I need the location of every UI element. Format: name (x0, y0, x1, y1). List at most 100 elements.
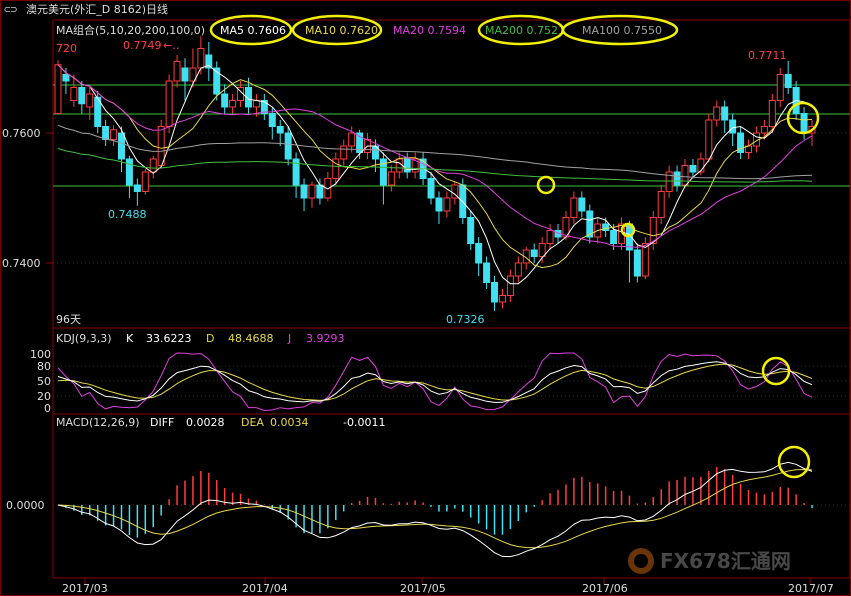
period-label: 96天 (56, 313, 81, 326)
candle-down (784, 74, 792, 88)
candle-up (348, 132, 356, 147)
candle-up (506, 275, 514, 296)
candle-down (221, 93, 229, 108)
candle-up (110, 129, 118, 140)
candle-down (578, 197, 586, 212)
candlestick-series (54, 36, 816, 312)
candle-up (395, 158, 403, 173)
kdj-d-line (57, 363, 813, 401)
watermark-logo (628, 548, 654, 574)
kdj-d-label: D (206, 332, 214, 345)
candle-down (427, 178, 435, 199)
y-tick-0.7400: 0.7400 (2, 257, 41, 270)
candle-down (284, 132, 292, 160)
candle-down (403, 158, 411, 173)
annotation-high-1: 0.7749 (123, 39, 162, 52)
candle-up (570, 197, 578, 218)
x-label-2017-06: 2017/06 (582, 582, 628, 595)
candle-down (483, 262, 491, 283)
kdj-tick-80: 80 (37, 360, 51, 373)
candle-down (491, 282, 499, 303)
ma10-label: MA10 0.7620 (305, 24, 378, 37)
kdj-d-value: 48.4688 (228, 332, 274, 345)
candle-down (181, 67, 189, 82)
candle-down (125, 158, 133, 186)
forex-chart: ⊂⊃ 澳元美元(外汇_D 8162)日线 MA组合(5,10,20,200,10… (0, 0, 851, 596)
candle-down (102, 126, 110, 140)
candle-up (776, 74, 784, 101)
macd-lines (57, 461, 813, 558)
macd-dea-line (57, 468, 813, 549)
candle-up (705, 119, 713, 160)
candle-down (633, 249, 641, 277)
candle-up (173, 61, 181, 82)
candle-up (657, 191, 665, 218)
candle-down (610, 230, 618, 244)
top-price-label: 720 (56, 42, 77, 55)
candle-down (435, 197, 443, 212)
chart-title: 澳元美元(外汇_D 8162)日线 (26, 2, 168, 16)
candle-down (467, 217, 475, 244)
x-label-2017-05: 2017/05 (400, 582, 446, 595)
highlight-circle-macd (777, 445, 811, 479)
candle-up (308, 184, 316, 199)
candle-up (546, 230, 554, 244)
kdj-lines (57, 352, 813, 412)
candle-down (117, 132, 125, 160)
candle-up (229, 100, 237, 108)
candle-down (78, 87, 86, 105)
candle-up (70, 87, 78, 101)
macd-diff-label: DIFF (150, 416, 174, 429)
annotation-high-1-arrow: ←‥ (163, 39, 180, 52)
macd-tick-zero: 0.0000 (6, 499, 45, 512)
x-label-2017-03: 2017/03 (62, 582, 108, 595)
candle-down (721, 106, 729, 121)
candle-down (300, 184, 308, 199)
window-icon[interactable]: ⊂⊃ (4, 3, 18, 16)
candle-up (141, 171, 149, 192)
candle-up (641, 243, 649, 277)
macd-title: MACD(12,26,9) (56, 416, 140, 429)
candle-up (768, 100, 776, 127)
kdj-title: KDJ(9,3,3) (56, 332, 112, 345)
kdj-j-label: J (287, 332, 291, 345)
candle-down (800, 113, 808, 134)
ma-group-label: MA组合(5,10,20,200,100,0) (56, 23, 205, 37)
kdj-tick-50: 50 (37, 375, 51, 388)
candle-up (538, 243, 546, 257)
candle-up (443, 197, 451, 212)
candle-up (498, 295, 506, 303)
candle-down (133, 184, 141, 192)
candle-down (673, 171, 681, 186)
macd-dea-label: DEA (241, 416, 264, 429)
candle-up (387, 171, 395, 186)
candle-down (316, 184, 324, 199)
candle-up (713, 106, 721, 121)
candle-up (157, 126, 165, 166)
candle-down (530, 249, 538, 257)
candle-down (268, 113, 276, 127)
candle-up (197, 48, 205, 69)
candle-down (689, 165, 697, 173)
candle-up (514, 262, 522, 277)
macd-diff-line (57, 461, 813, 558)
annotation-low-1: 0.7488 (108, 208, 147, 221)
y-tick-0.7600: 0.7600 (2, 127, 41, 140)
candle-down (62, 74, 70, 82)
candle-down (729, 119, 737, 134)
macd-value: -0.0011 (343, 416, 385, 429)
candle-up (760, 126, 768, 134)
kdj-k-label: K (126, 332, 134, 345)
kdj-j-value: 3.9293 (306, 332, 345, 345)
candle-down (276, 126, 284, 134)
candle-down (475, 243, 483, 264)
candle-up (340, 145, 348, 160)
price-panel-frame (52, 19, 851, 329)
candle-up (165, 80, 173, 127)
annotation-low-2: 0.7326 (446, 313, 485, 326)
watermark-text: FX678汇通网 (660, 549, 791, 573)
candle-up (54, 64, 62, 114)
candle-up (681, 165, 689, 186)
candle-up (149, 158, 157, 173)
annotation-high-2: 0.7711 (748, 49, 787, 62)
